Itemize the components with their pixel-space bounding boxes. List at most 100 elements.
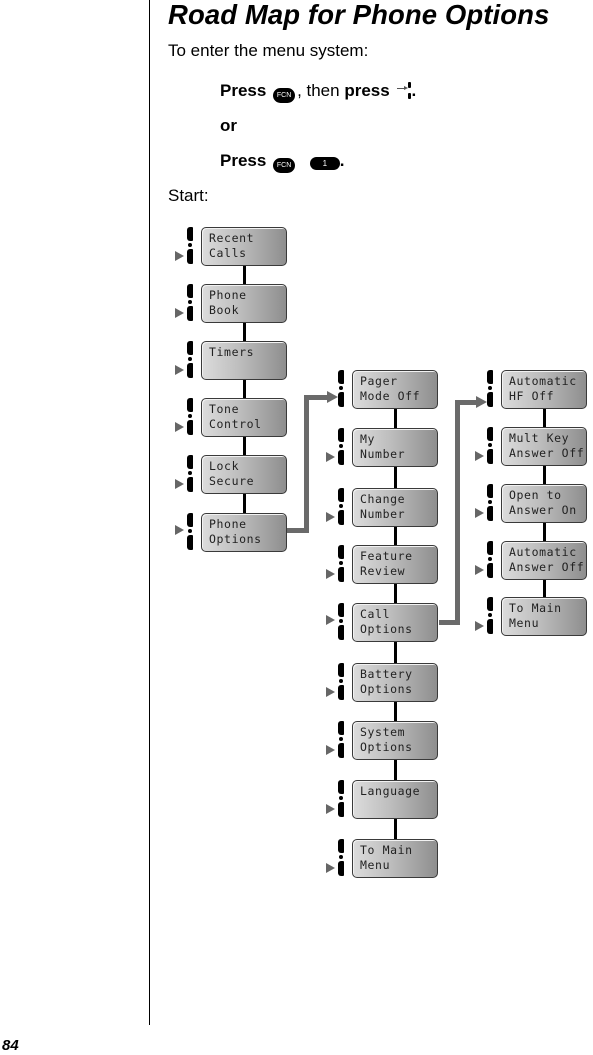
connector-line: [543, 580, 546, 597]
softkey-marker: [475, 426, 495, 466]
menu-item-label: Automatic HF Off: [509, 374, 577, 403]
menu-item-label: Change Number: [360, 492, 406, 521]
select-arrow-icon: [326, 569, 335, 579]
menu-item-label: Open to Answer On: [509, 488, 577, 517]
menu-item-call-options[interactable]: Open to Answer On: [501, 484, 587, 523]
menu-road-map: Recent Calls Phone Book Timers Tone Control…: [0, 0, 593, 1055]
select-arrow-icon: [175, 525, 184, 535]
menu-item-label: Language: [360, 784, 421, 798]
menu-item-phone-options[interactable]: Battery Options: [352, 663, 438, 702]
connector-line: [543, 523, 546, 541]
menu-item-label: My Number: [360, 432, 406, 461]
menu-item-label: To Main Menu: [360, 843, 413, 872]
menu-item-label: Pager Mode Off: [360, 374, 421, 403]
menu-item-main[interactable]: Recent Calls: [201, 227, 287, 266]
softkey-marker: [326, 720, 346, 760]
menu-item-label: Tone Control: [209, 402, 262, 431]
submenu-connector: [304, 395, 309, 533]
menu-item-label: Call Options: [360, 607, 413, 636]
menu-item-call-options[interactable]: Automatic HF Off: [501, 370, 587, 409]
menu-item-label: Feature Review: [360, 549, 413, 578]
softkey-marker: [326, 779, 346, 819]
connector-line: [543, 466, 546, 484]
softkey-marker: [175, 397, 195, 437]
menu-item-label: Phone Options: [209, 517, 262, 546]
menu-item-call-options[interactable]: Mult Key Answer Off: [501, 427, 587, 466]
softkey-marker: [475, 540, 495, 580]
connector-line: [394, 760, 397, 780]
menu-item-label: Recent Calls: [209, 231, 255, 260]
select-arrow-icon: [326, 863, 335, 873]
select-arrow-icon: [475, 451, 484, 461]
select-arrow-icon: [175, 365, 184, 375]
connector-line: [243, 266, 246, 284]
submenu-connector: [455, 400, 477, 405]
connector-line: [394, 467, 397, 488]
menu-item-label: System Options: [360, 725, 413, 754]
select-arrow-icon: [326, 452, 335, 462]
connector-line: [543, 409, 546, 427]
connector-line: [243, 494, 246, 513]
connector-line: [243, 323, 246, 341]
softkey-marker: [326, 487, 346, 527]
menu-item-label: Automatic Answer Off: [509, 545, 585, 574]
softkey-marker: [175, 454, 195, 494]
menu-item-phone-options[interactable]: System Options: [352, 721, 438, 760]
menu-item-label: Timers: [209, 345, 255, 359]
softkey-marker: [326, 838, 346, 878]
menu-item-phone-options[interactable]: Pager Mode Off: [352, 370, 438, 409]
connector-line: [394, 409, 397, 428]
softkey-marker: [475, 596, 495, 636]
connector-line: [243, 437, 246, 455]
menu-item-main[interactable]: Tone Control: [201, 398, 287, 437]
select-arrow-icon: [175, 308, 184, 318]
select-arrow-icon: [326, 687, 335, 697]
select-arrow-icon: [175, 479, 184, 489]
connector-line: [394, 584, 397, 603]
connector-line: [243, 380, 246, 398]
menu-item-phone-options[interactable]: Feature Review: [352, 545, 438, 584]
connector-line: [394, 527, 397, 545]
menu-item-call-options[interactable]: Automatic Answer Off: [501, 541, 587, 580]
select-arrow-icon: [475, 508, 484, 518]
menu-item-phone-options[interactable]: Change Number: [352, 488, 438, 527]
select-arrow-icon: [475, 621, 484, 631]
menu-item-phone-options[interactable]: Language: [352, 780, 438, 819]
menu-item-main[interactable]: Phone Book: [201, 284, 287, 323]
menu-item-label: Mult Key Answer Off: [509, 431, 585, 460]
select-arrow-icon: [475, 565, 484, 575]
softkey-marker: [475, 483, 495, 523]
menu-item-label: Battery Options: [360, 667, 413, 696]
softkey-marker: [175, 283, 195, 323]
menu-item-main[interactable]: Lock Secure: [201, 455, 287, 494]
submenu-connector: [304, 395, 328, 400]
submenu-arrow-icon: [476, 396, 487, 408]
page-number: 84: [2, 1037, 19, 1054]
connector-line: [394, 819, 397, 839]
menu-item-label: To Main Menu: [509, 601, 562, 630]
softkey-marker: [326, 427, 346, 467]
submenu-connector: [455, 400, 460, 625]
softkey-marker: [175, 226, 195, 266]
softkey-marker: [175, 512, 195, 552]
menu-item-phone-options[interactable]: To Main Menu: [352, 839, 438, 878]
select-arrow-icon: [326, 615, 335, 625]
select-arrow-icon: [326, 745, 335, 755]
menu-item-phone-options[interactable]: My Number: [352, 428, 438, 467]
menu-item-label: Lock Secure: [209, 459, 255, 488]
menu-item-main[interactable]: Phone Options: [201, 513, 287, 552]
select-arrow-icon: [326, 512, 335, 522]
softkey-marker: [326, 544, 346, 584]
menu-item-call-options[interactable]: To Main Menu: [501, 597, 587, 636]
select-arrow-icon: [326, 804, 335, 814]
submenu-arrow-icon: [327, 391, 338, 403]
select-arrow-icon: [175, 422, 184, 432]
menu-item-label: Phone Book: [209, 288, 247, 317]
menu-item-phone-options[interactable]: Call Options: [352, 603, 438, 642]
menu-item-main[interactable]: Timers: [201, 341, 287, 380]
connector-line: [394, 702, 397, 721]
softkey-marker: [326, 602, 346, 642]
select-arrow-icon: [175, 251, 184, 261]
connector-line: [394, 642, 397, 663]
softkey-marker: [326, 662, 346, 702]
